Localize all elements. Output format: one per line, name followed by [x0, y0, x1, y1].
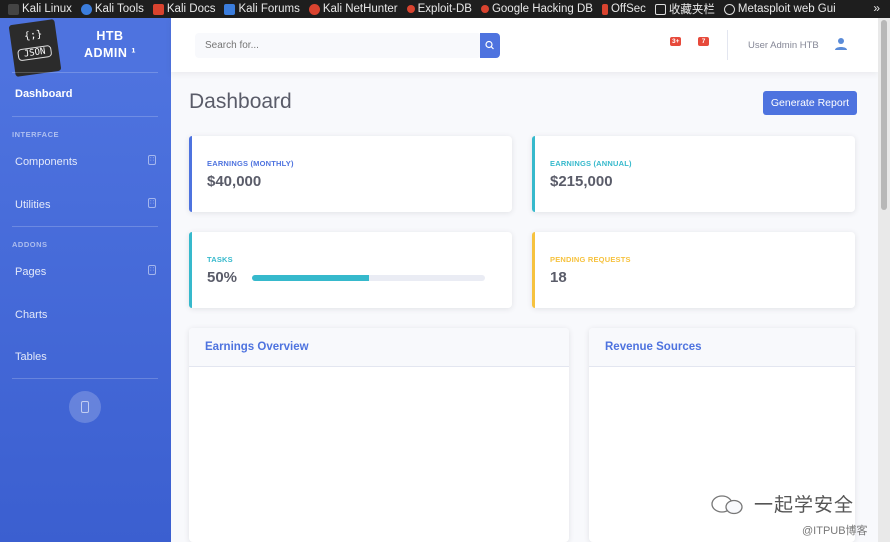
search-box — [195, 33, 481, 58]
alerts-button[interactable]: 3+ — [667, 34, 685, 48]
earnings-monthly-label: EARNINGS (MONTHLY) — [207, 159, 294, 168]
sidebar-heading-interface: INTERFACE — [12, 130, 60, 139]
earnings-overview-card: Earnings Overview — [189, 328, 569, 542]
sidebar-item-charts[interactable]: Charts — [15, 309, 47, 321]
toggle-icon — [81, 401, 89, 413]
pending-requests-label: PENDING REQUESTS — [550, 255, 631, 264]
page-title: Dashboard — [189, 90, 292, 113]
globe-icon — [723, 3, 735, 15]
brand-name: HTB ADMIN ¹ — [83, 29, 137, 60]
earnings-monthly-value: $40,000 — [207, 173, 262, 190]
card-accent — [189, 232, 192, 308]
bookmark-metasploit[interactable]: Metasploit web Gui — [723, 3, 836, 15]
bookmark-favorites-folder[interactable]: 收藏夹栏 — [654, 1, 715, 17]
pending-requests-card: PENDING REQUESTS 18 — [532, 232, 855, 308]
exploit-db-icon — [406, 5, 415, 13]
sidebar-divider — [12, 226, 158, 227]
bookmark-exploit-db[interactable]: Exploit-DB — [406, 3, 472, 15]
kali-docs-icon — [152, 3, 164, 15]
sidebar-item-tables[interactable]: Tables — [15, 351, 47, 363]
user-avatar-icon[interactable] — [833, 36, 849, 52]
kali-icon — [8, 3, 19, 15]
earnings-annual-value: $215,000 — [550, 173, 613, 190]
revenue-sources-title: Revenue Sources — [605, 341, 702, 353]
card-accent — [532, 232, 535, 308]
pending-requests-value: 18 — [550, 269, 567, 286]
bookmark-google-hacking-db[interactable]: Google Hacking DB — [480, 3, 593, 15]
kali-tools-icon — [80, 3, 92, 15]
folder-icon — [654, 3, 666, 15]
bookmark-kali-linux[interactable]: Kali Linux — [8, 3, 72, 15]
tasks-label: TASKS — [207, 255, 233, 264]
bookmark-kali-nethunter[interactable]: Kali NetHunter — [308, 3, 398, 15]
sidebar-item-pages[interactable]: Pages — [15, 266, 46, 278]
messages-badge: 7 — [698, 37, 709, 46]
card-header: Earnings Overview — [189, 328, 569, 367]
tasks-progress-bar — [252, 275, 485, 281]
chevron-right-icon: ∷ — [148, 155, 156, 165]
search-input[interactable] — [195, 33, 481, 58]
watermark-text: 一起学安全 — [754, 495, 855, 516]
watermark-sub: @ITPUB博客 — [802, 525, 868, 537]
bookmarks-more-button[interactable]: » — [873, 1, 880, 15]
sidebar-toggle-button[interactable] — [69, 391, 101, 423]
bookmarks-bar: Kali Linux Kali Tools Kali Docs Kali For… — [0, 0, 890, 18]
sidebar-divider — [12, 72, 158, 73]
wechat-icon — [711, 495, 743, 515]
card-accent — [189, 136, 192, 212]
card-header: Revenue Sources — [589, 328, 855, 367]
card-accent — [532, 136, 535, 212]
earnings-overview-title: Earnings Overview — [205, 341, 309, 353]
messages-button[interactable]: 7 — [695, 34, 711, 48]
progress-fill — [252, 275, 369, 281]
sidebar-brand[interactable]: {;} JSON HTB ADMIN ¹ — [0, 18, 171, 77]
sidebar-item-components[interactable]: Components — [15, 156, 77, 168]
search-button[interactable] — [480, 33, 500, 58]
bookmark-kali-docs[interactable]: Kali Docs — [152, 3, 215, 15]
nethunter-icon — [308, 3, 320, 15]
chevron-right-icon: ∷ — [148, 198, 156, 208]
earnings-monthly-card: EARNINGS (MONTHLY) $40,000 — [189, 136, 512, 212]
bookmark-offsec[interactable]: OffSec — [601, 3, 646, 15]
earnings-annual-card: EARNINGS (ANNUAL) $215,000 — [532, 136, 855, 212]
tasks-value: 50% — [207, 269, 238, 286]
sidebar-divider — [12, 116, 158, 117]
page-scrollbar[interactable] — [878, 18, 890, 542]
scrollbar-thumb[interactable] — [881, 20, 887, 210]
sidebar-heading-addons: ADDONS — [12, 240, 48, 249]
topbar: 3+ 7 User Admin HTB — [171, 18, 878, 72]
sidebar: {;} JSON HTB ADMIN ¹ Dashboard INTERFACE… — [0, 18, 171, 542]
bookmark-kali-tools[interactable]: Kali Tools — [80, 3, 144, 15]
sidebar-divider — [12, 378, 158, 379]
tasks-card: TASKS 50% — [189, 232, 512, 308]
topbar-divider — [727, 30, 728, 60]
kali-forums-icon — [224, 3, 236, 15]
sidebar-item-dashboard[interactable]: Dashboard — [15, 88, 72, 100]
sidebar-item-utilities[interactable]: Utilities — [15, 199, 50, 211]
offsec-icon — [601, 3, 608, 15]
watermark: 一起学安全 @ITPUB博客 — [710, 490, 880, 540]
search-icon — [485, 40, 494, 50]
alerts-badge: 3+ — [670, 37, 682, 46]
chevron-right-icon: ∷ — [148, 265, 156, 275]
ghdb-icon — [480, 5, 489, 13]
generate-report-button[interactable]: Generate Report — [763, 91, 857, 115]
earnings-annual-label: EARNINGS (ANNUAL) — [550, 159, 632, 168]
json-logo-icon: {;} JSON — [8, 19, 62, 77]
user-name[interactable]: User Admin HTB — [748, 40, 819, 51]
bookmark-kali-forums[interactable]: Kali Forums — [224, 3, 300, 15]
